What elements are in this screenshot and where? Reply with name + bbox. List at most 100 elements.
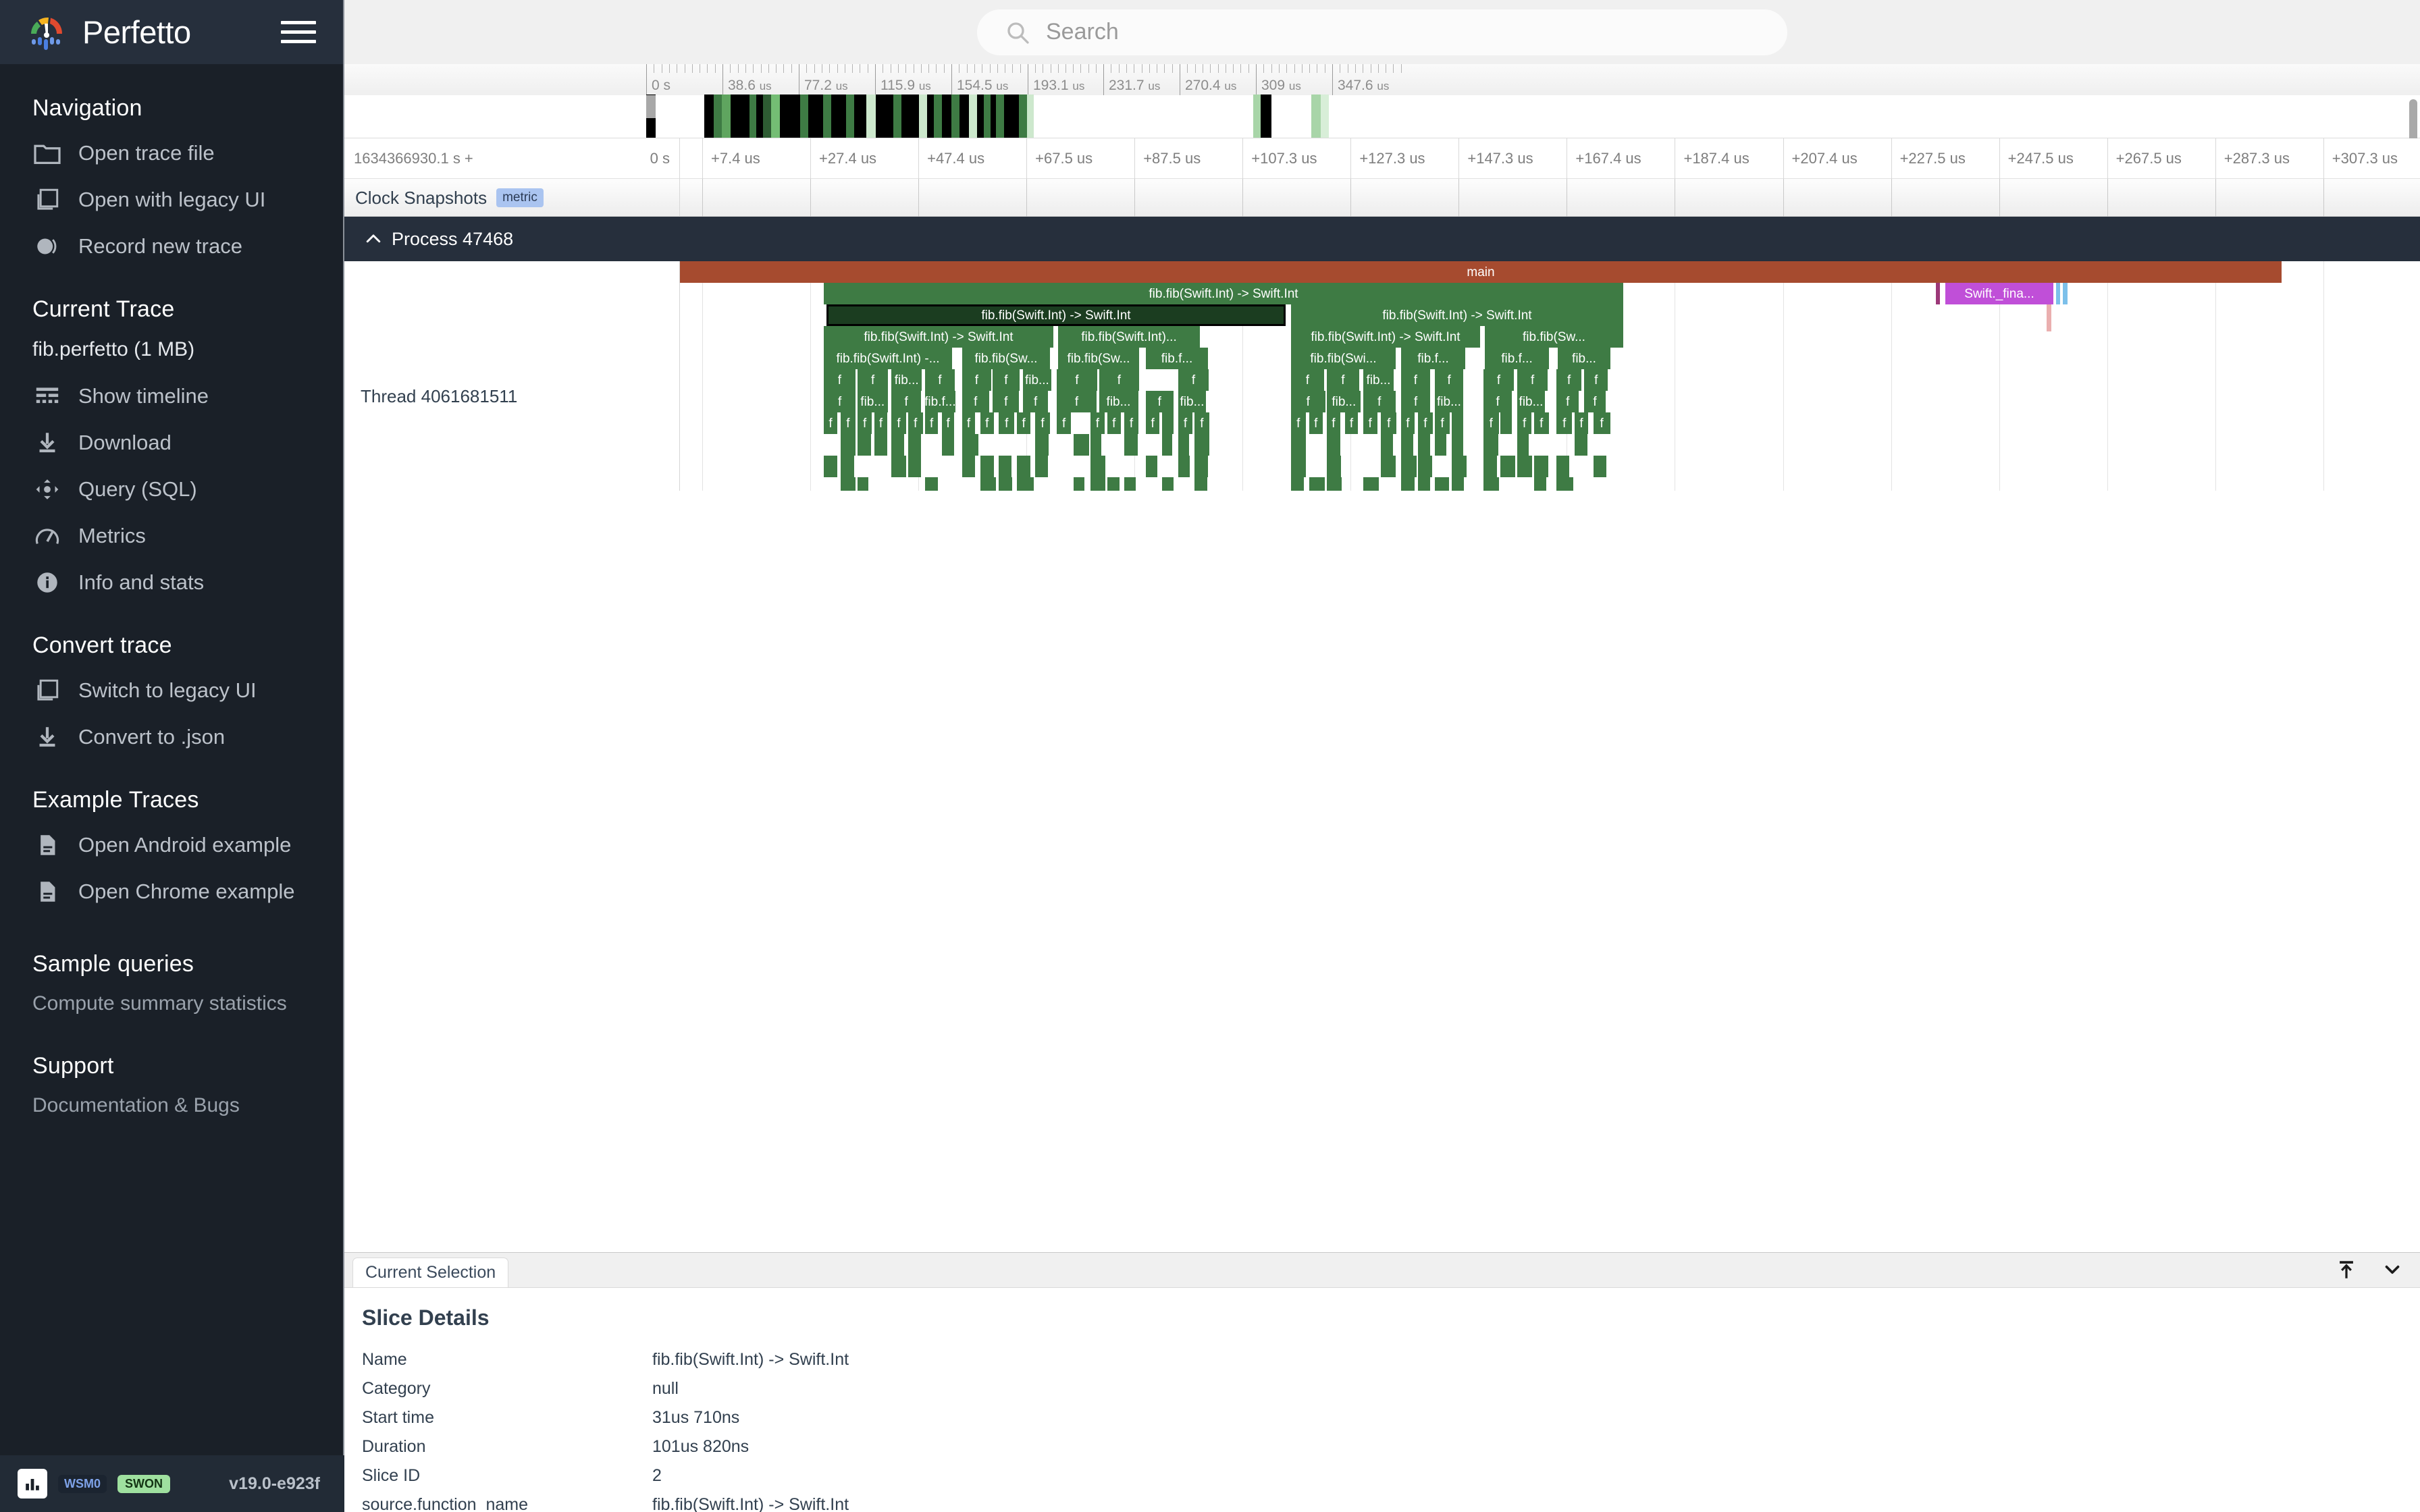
flame-slice-level7[interactable]: f: [874, 412, 887, 434]
flame-slice-level8[interactable]: [962, 434, 979, 456]
flame-slice-level5[interactable]: f: [1483, 369, 1515, 391]
flame-slice-level6[interactable]: fib...: [1327, 391, 1361, 412]
flame-slice-level6[interactable]: f: [1556, 391, 1579, 412]
flame-slice-level9[interactable]: [1035, 456, 1048, 477]
flame-slice-level5[interactable]: f: [1556, 369, 1582, 391]
flame-slice-level5[interactable]: f: [1435, 369, 1464, 391]
flame-slice-level7[interactable]: f: [1401, 412, 1415, 434]
search-bar[interactable]: [977, 9, 1787, 55]
flame-slice-level8[interactable]: [1381, 434, 1394, 456]
flame-slice-level6[interactable]: fib...: [1099, 391, 1138, 412]
flame-slice-level9[interactable]: [1483, 456, 1497, 477]
flame-slice-level1[interactable]: fib.fib(Swift.Int) -> Swift.Int: [824, 283, 1623, 304]
sidebar-item-show-timeline[interactable]: Show timeline: [0, 373, 343, 419]
flame-slice-level5[interactable]: f: [993, 369, 1020, 391]
flame-slice-level6[interactable]: fib...: [858, 391, 888, 412]
track-clock-snapshots[interactable]: Clock Snapshots metric: [344, 179, 2420, 217]
flame-slice-level7[interactable]: f: [1381, 412, 1397, 434]
flame-slice-level9[interactable]: [1593, 456, 1607, 477]
flame-slice-main[interactable]: main: [680, 261, 2282, 283]
flame-slice-level7[interactable]: f: [1124, 412, 1138, 434]
flame-slice-level8[interactable]: [874, 434, 888, 456]
flame-slice-level8[interactable]: [1452, 434, 1463, 456]
flame-slice-level7[interactable]: f: [1327, 412, 1340, 434]
flame-slice-level5[interactable]: f: [1584, 369, 1608, 391]
flame-slice-level5[interactable]: fib...: [1363, 369, 1394, 391]
sidebar-item-documentation-and-bugs[interactable]: Documentation & Bugs: [0, 1087, 343, 1124]
flame-slice-level6[interactable]: f: [1291, 391, 1325, 412]
flame-slice-level5[interactable]: f: [962, 369, 991, 391]
flame-slice-level7[interactable]: f: [999, 412, 1015, 434]
sidebar-item-download[interactable]: Download: [0, 419, 343, 466]
flame-slice-level8[interactable]: [1162, 434, 1173, 456]
flame-slice-level6[interactable]: fib...: [1517, 391, 1545, 412]
flame-slice-level7[interactable]: f: [942, 412, 955, 434]
sidebar-item-open-android-example[interactable]: Open Android example: [0, 821, 343, 868]
flame-slice-level8[interactable]: [1327, 434, 1340, 456]
flame-slice-level2[interactable]: fib.fib(Swift.Int) -> Swift.Int: [1291, 304, 1623, 326]
flame-slice-level7[interactable]: f: [1107, 412, 1121, 434]
flame-slice-level6[interactable]: f: [962, 391, 989, 412]
flame-slice-level7[interactable]: f: [891, 412, 906, 434]
flame-slice-level6[interactable]: f: [1584, 391, 1606, 412]
flame-slice-level7[interactable]: f: [1363, 412, 1377, 434]
flame-slice-level6[interactable]: f: [1146, 391, 1174, 412]
tab-current-selection[interactable]: Current Selection: [352, 1258, 509, 1287]
flame-slice-level4[interactable]: fib.fib(Sw...: [1058, 348, 1139, 369]
flame-slice-level8[interactable]: [1291, 434, 1307, 456]
flame-slice-level7[interactable]: f: [841, 412, 856, 434]
flame-slice-level8[interactable]: [942, 434, 955, 456]
flame-slice-level8[interactable]: [1074, 434, 1089, 456]
sidebar-item-switch-to-legacy-ui[interactable]: Switch to legacy UI: [0, 667, 343, 713]
flame-slice-level7[interactable]: f: [1575, 412, 1588, 434]
flame-slice-level9[interactable]: [999, 456, 1011, 477]
flame-slice-level6[interactable]: f: [1057, 391, 1097, 412]
flame-slice-level9[interactable]: [891, 456, 907, 477]
sidebar-item-query-sql[interactable]: Query (SQL): [0, 466, 343, 512]
flame-slice-selected[interactable]: fib.fib(Swift.Int) -> Swift.Int: [826, 304, 1286, 326]
wsm-status-badge[interactable]: WSM 0: [58, 1474, 107, 1493]
flame-slice-level7[interactable]: f: [962, 412, 975, 434]
flame-slice-level9[interactable]: [1418, 456, 1433, 477]
flame-slice-level7[interactable]: f: [1309, 412, 1323, 434]
flame-slice-level6[interactable]: f: [1363, 391, 1396, 412]
flame-slice-level7[interactable]: [1500, 412, 1512, 434]
flame-slice-level3[interactable]: fib.fib(Sw...: [1485, 326, 1623, 348]
flame-slice-level8[interactable]: [1178, 434, 1189, 456]
flame-slice-pink[interactable]: [2047, 304, 2051, 331]
flame-slice-level9[interactable]: [1146, 456, 1157, 477]
flame-slice-level9[interactable]: [1327, 456, 1342, 477]
overview-density-chart[interactable]: [344, 94, 2420, 138]
flame-slice-level6[interactable]: f: [993, 391, 1020, 412]
flame-slice-level8[interactable]: [1401, 434, 1414, 456]
flame-slice-blue-b[interactable]: [2063, 283, 2068, 304]
flame-slice-level4[interactable]: fib.fib(Swift.Int) -...: [824, 348, 952, 369]
sidebar-item-metrics[interactable]: Metrics: [0, 512, 343, 559]
flame-slice-level7[interactable]: f: [858, 412, 872, 434]
flame-slice-level8[interactable]: [1124, 434, 1138, 456]
flame-slice-level9[interactable]: [1178, 456, 1190, 477]
sw-status-badge[interactable]: SW ON: [117, 1474, 171, 1493]
flame-slice-level7[interactable]: f: [1534, 412, 1549, 434]
scroll-to-top-icon[interactable]: [2335, 1258, 2358, 1285]
flame-slice-level7[interactable]: [1452, 412, 1464, 434]
flame-slice-level4[interactable]: fib.f...: [1146, 348, 1208, 369]
flame-slice-level5[interactable]: fib...: [1023, 369, 1051, 391]
flame-slice-level7[interactable]: f: [1345, 412, 1359, 434]
sidebar-item-open-with-legacy-ui[interactable]: Open with legacy UI: [0, 176, 343, 223]
flame-slice-level4[interactable]: fib.fib(Sw...: [962, 348, 1050, 369]
flame-slice-swift-finalize[interactable]: Swift._fina...: [1945, 283, 2053, 304]
flame-slice-level4[interactable]: fib.f...: [1401, 348, 1465, 369]
flame-slice-level7[interactable]: f: [1435, 412, 1450, 434]
flame-slice-level7[interactable]: f: [1194, 412, 1209, 434]
flame-slice-level8[interactable]: [1418, 434, 1430, 456]
flame-slice-level6[interactable]: fib...: [1435, 391, 1463, 412]
flame-slice-level9[interactable]: [1401, 456, 1417, 477]
flame-slice-level8[interactable]: [841, 434, 856, 456]
chevron-up-icon[interactable]: [363, 229, 384, 249]
flame-slice-level9[interactable]: [908, 456, 922, 477]
flame-slice-level9[interactable]: [841, 456, 854, 477]
search-input[interactable]: [1046, 19, 1760, 45]
flame-slice-level8[interactable]: [908, 434, 921, 456]
flame-slice-level8[interactable]: [891, 434, 904, 456]
